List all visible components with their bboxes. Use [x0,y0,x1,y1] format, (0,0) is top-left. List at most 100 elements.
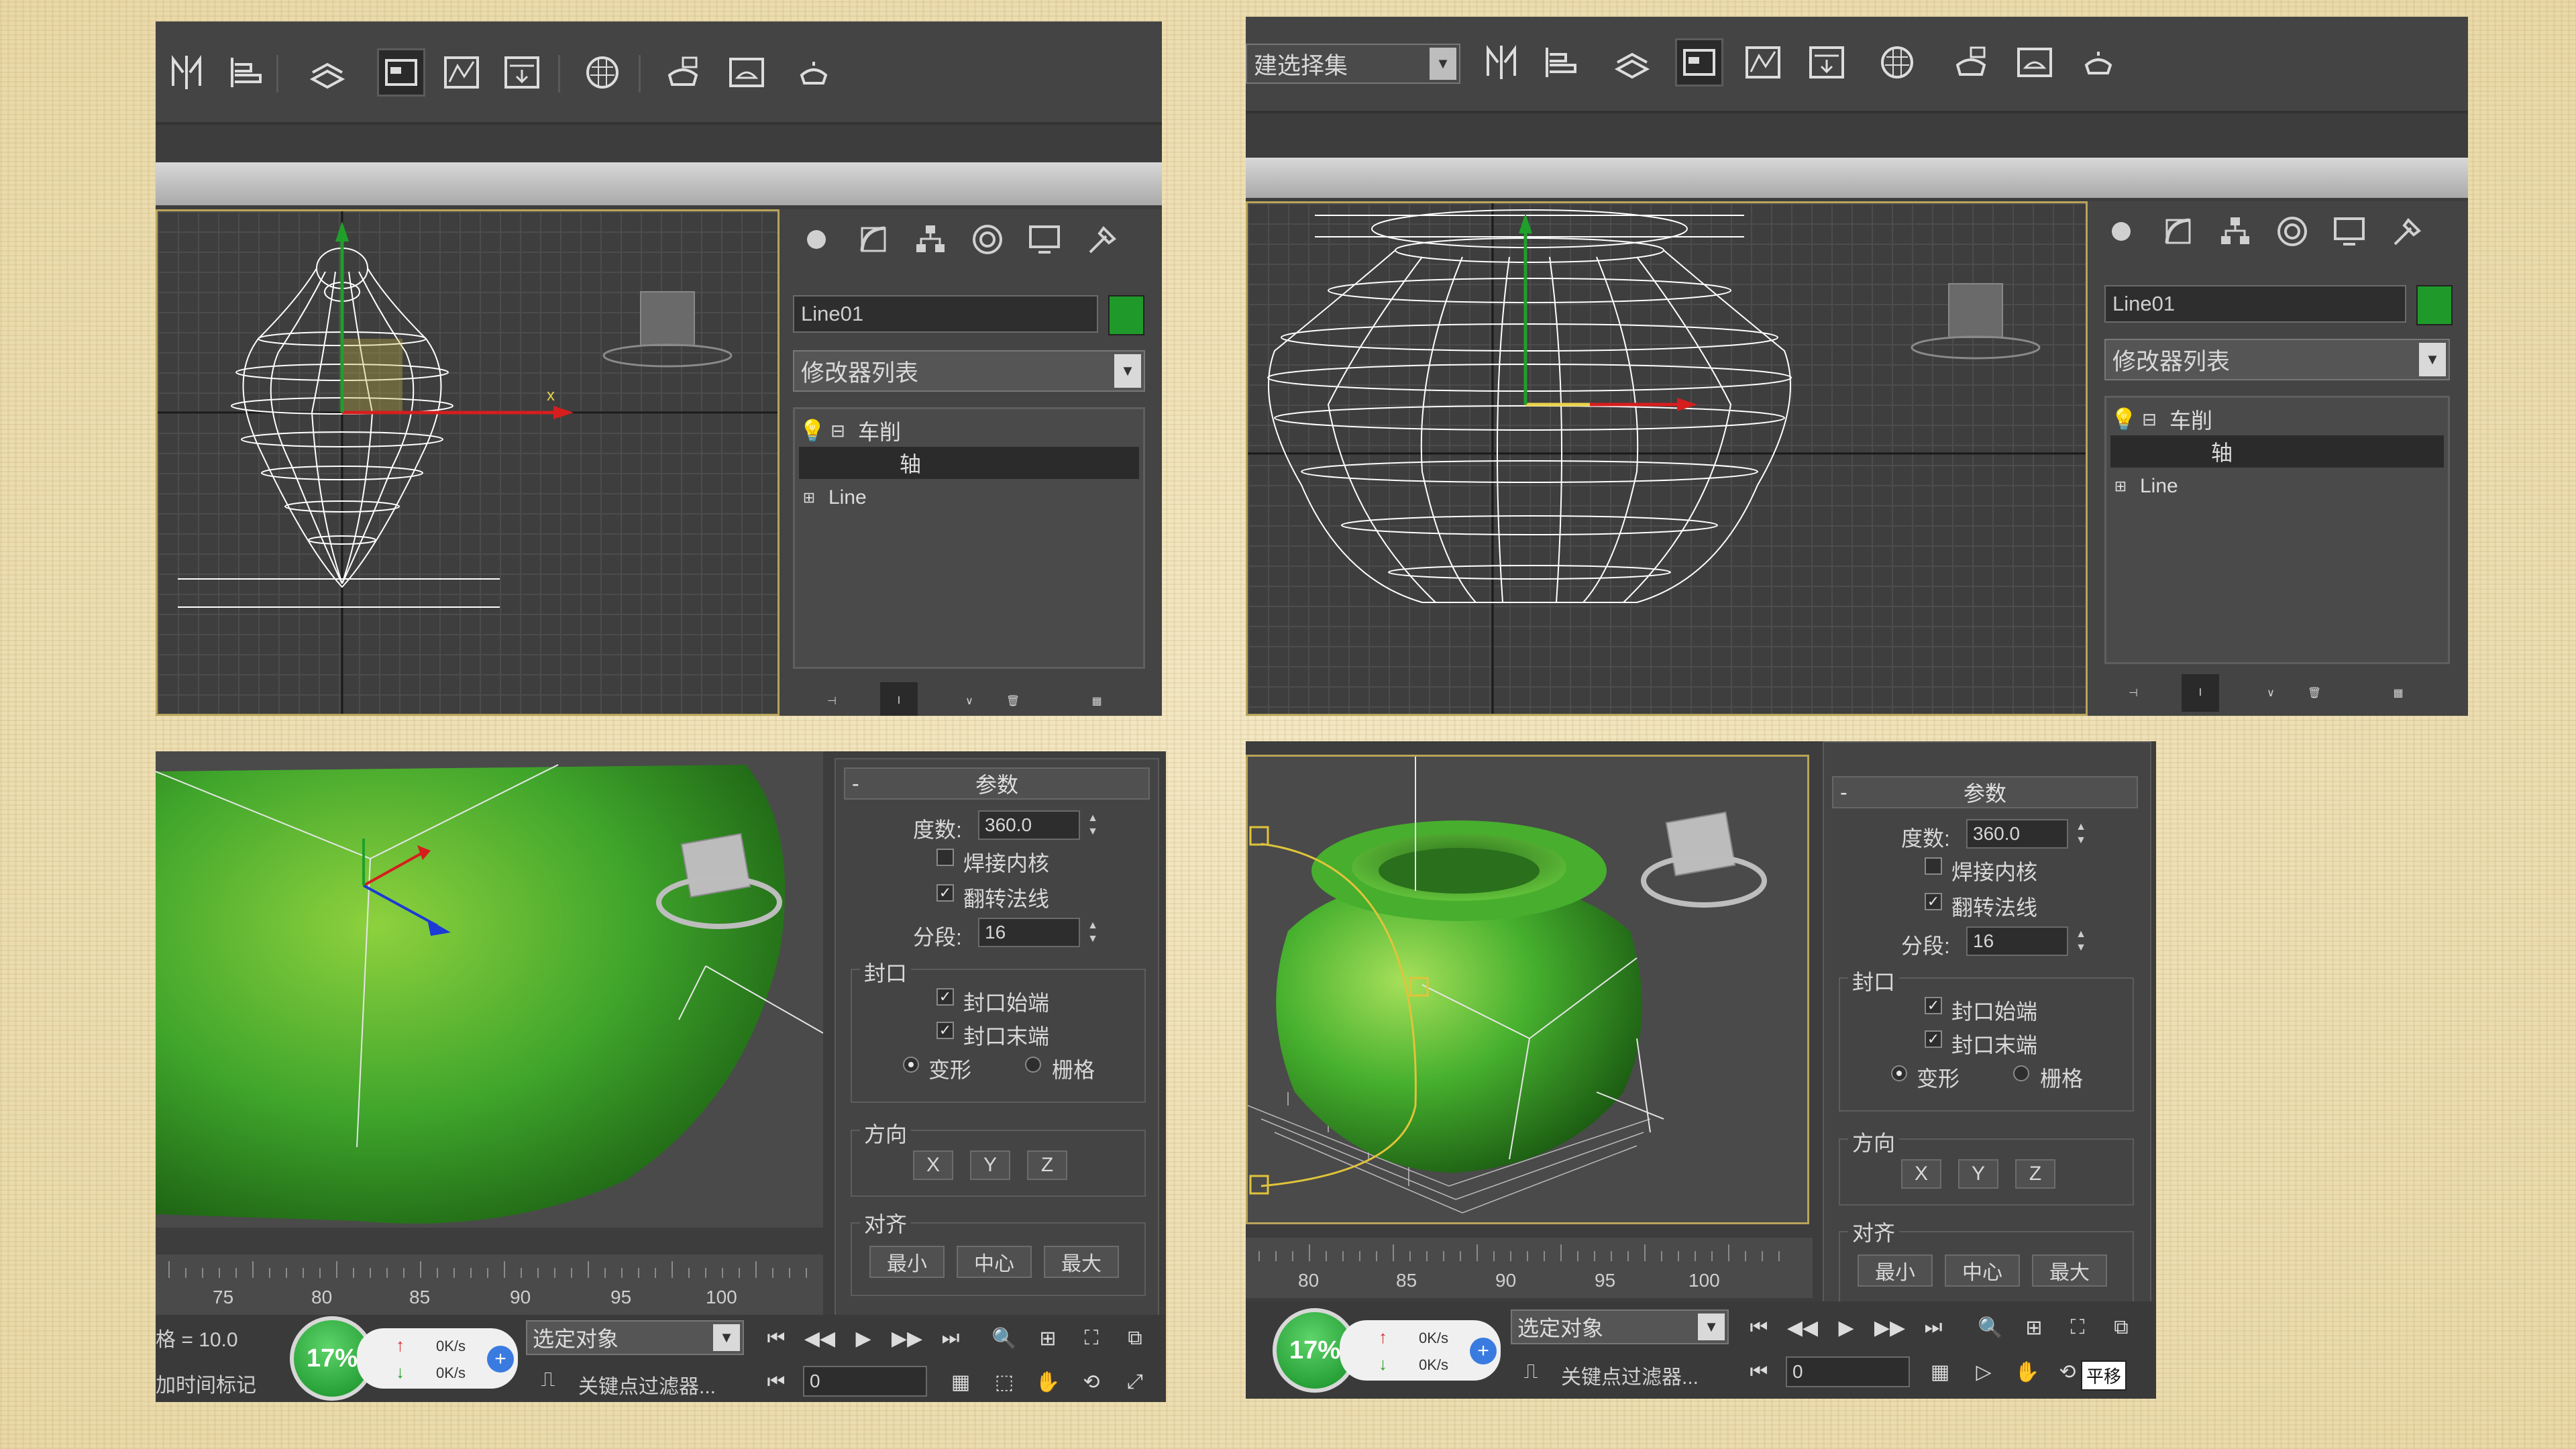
make-unique-icon[interactable]: ∨ [2252,674,2290,712]
key-mode-icon[interactable]: ⎍ [1514,1355,1548,1389]
render-teapot-icon[interactable] [790,48,838,97]
rendered-frame-icon[interactable] [2010,38,2059,87]
spinner-arrows-icon[interactable]: ▲ ▼ [2072,820,2090,847]
region-zoom-icon[interactable]: ⬚ [987,1365,1021,1399]
spinner-arrows-icon[interactable]: ▲ ▼ [1084,812,1102,839]
stack-item-line[interactable]: ⊞ Line [799,482,1139,514]
modifier-list-dropdown[interactable]: 修改器列表 ▼ [793,350,1145,392]
segments-spinner[interactable]: 16 [978,918,1080,947]
stack-item-lathe[interactable]: 💡 ⊟ 车削 [2110,403,2444,435]
utilities-tab-icon[interactable] [1078,216,1125,263]
key-step-icon[interactable]: ⏮ [1742,1355,1776,1389]
perspective-viewport[interactable] [1246,755,1809,1224]
material-editor-icon[interactable] [578,48,627,97]
material-editor-icon[interactable] [1873,38,1921,87]
utilities-tab-icon[interactable] [2383,208,2430,255]
display-tab-icon[interactable] [2326,208,2373,255]
frame-spinner[interactable]: 0 [1786,1356,1910,1387]
zoom-all-icon[interactable]: ⊞ [1031,1322,1065,1355]
selected-object-dropdown[interactable]: 选定对象 ▼ [1511,1309,1729,1344]
lightbulb-icon[interactable]: 💡 [2110,407,2137,432]
hierarchy-tab-icon[interactable] [2212,208,2259,255]
orbit-icon[interactable]: ⟲ [1075,1365,1108,1399]
zoom-icon[interactable]: 🔍 [987,1322,1021,1355]
plus-icon[interactable]: + [1470,1338,1497,1364]
direction-x-button[interactable]: X [913,1150,953,1180]
align-center-button[interactable]: 中心 [1945,1254,2020,1287]
direction-z-button[interactable]: Z [2015,1159,2055,1189]
modify-tab-icon[interactable] [2155,208,2202,255]
pan-hand-icon[interactable]: ✋ [1031,1365,1065,1399]
orbit-icon[interactable]: ⟲ [2051,1355,2084,1389]
align-min-button[interactable]: 最小 [869,1246,945,1278]
timeline[interactable]: 80 85 90 95 100 [1246,1238,1813,1298]
morph-radio[interactable] [903,1057,919,1073]
stack-item-axis[interactable]: 轴 [2110,435,2444,468]
align-icon[interactable] [223,48,271,97]
create-tab-icon[interactable] [793,216,840,263]
plus-icon[interactable]: + [487,1346,514,1373]
goto-start-icon[interactable]: ⏮ [759,1322,793,1355]
segments-spinner[interactable]: 16 [1966,926,2068,956]
curve-editor-icon[interactable] [1739,38,1787,87]
frame-spinner[interactable]: 0 [803,1366,927,1397]
configure-sets-icon[interactable]: ▦ [1078,682,1116,716]
make-unique-icon[interactable]: ∨ [951,682,988,716]
goto-end-icon[interactable]: ⏭ [934,1322,967,1355]
parameters-header[interactable]: - 参数 [844,767,1150,800]
zoom-all-icon[interactable]: ⊞ [2017,1311,2051,1344]
prev-frame-icon[interactable]: ◀◀ [803,1322,837,1355]
align-max-button[interactable]: 最大 [2032,1254,2107,1287]
create-tab-icon[interactable] [2098,208,2145,255]
align-center-button[interactable]: 中心 [957,1246,1032,1278]
spinner-arrows-icon[interactable]: ▲ ▼ [1084,919,1102,946]
scene-explorer-icon[interactable] [377,48,425,97]
motion-tab-icon[interactable] [2269,208,2316,255]
key-mode-icon[interactable]: ⎍ [531,1363,565,1397]
zoom-icon[interactable]: 🔍 [1974,1311,2007,1344]
time-config-icon[interactable]: ▦ [944,1365,977,1399]
region-zoom-icon[interactable]: ▷ [1967,1355,2000,1389]
direction-y-button[interactable]: Y [1958,1159,1998,1189]
show-end-result-icon[interactable]: I [880,682,918,716]
zoom-extents-all-icon[interactable]: ⧉ [1118,1322,1152,1355]
remove-modifier-icon[interactable]: 🗑 [994,682,1032,716]
render-setup-icon[interactable] [1947,38,1995,87]
lightbulb-icon[interactable]: 💡 [799,418,826,443]
object-color-swatch[interactable] [1108,295,1144,335]
timeline[interactable]: 75 80 85 90 95 100 [156,1254,823,1315]
cap-end-checkbox[interactable]: ✓ [1925,1030,1942,1048]
mirror-icon[interactable] [162,48,211,97]
modify-tab-icon[interactable] [850,216,897,263]
layer-manager-icon[interactable] [303,48,352,97]
scene-explorer-icon[interactable] [1675,38,1723,87]
collapse-icon[interactable]: ⊟ [2137,409,2161,430]
render-teapot-icon[interactable] [2074,38,2123,87]
curve-editor-icon[interactable] [437,48,486,97]
next-frame-icon[interactable]: ▶▶ [1873,1311,1907,1344]
modifier-list-dropdown[interactable]: 修改器列表 ▼ [2104,339,2450,380]
display-tab-icon[interactable] [1021,216,1068,263]
flip-normals-checkbox[interactable]: ✓ [936,884,954,902]
play-icon[interactable]: ▶ [847,1322,880,1355]
stack-item-lathe[interactable]: 💡 ⊟ 车削 [799,415,1139,447]
front-viewport[interactable] [1246,201,2088,716]
add-time-tag-label[interactable]: 加时间标记 [156,1368,256,1398]
schematic-view-icon[interactable] [1803,38,1851,87]
stack-item-line[interactable]: ⊞ Line [2110,470,2444,502]
key-step-icon[interactable]: ⏮ [759,1365,793,1399]
parameters-header[interactable]: - 参数 [1832,776,2138,808]
rendered-frame-icon[interactable] [722,48,771,97]
align-max-button[interactable]: 最大 [1044,1246,1119,1278]
configure-sets-icon[interactable]: ▦ [2379,674,2417,712]
flip-normals-checkbox[interactable]: ✓ [1925,893,1942,910]
cap-start-checkbox[interactable]: ✓ [1925,997,1942,1014]
layer-manager-icon[interactable] [1608,38,1656,87]
next-frame-icon[interactable]: ▶▶ [890,1322,924,1355]
hierarchy-tab-icon[interactable] [907,216,954,263]
pin-stack-icon[interactable]: ⊣ [2114,674,2152,712]
goto-end-icon[interactable]: ⏭ [1917,1311,1950,1344]
goto-start-icon[interactable]: ⏮ [1742,1311,1776,1344]
time-config-icon[interactable]: ▦ [1923,1355,1957,1389]
morph-radio[interactable] [1891,1065,1907,1081]
